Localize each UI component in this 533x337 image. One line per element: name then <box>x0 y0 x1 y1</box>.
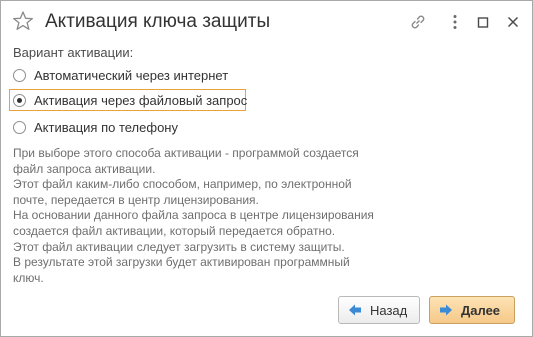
description-line: Этот файл каким-либо способом, например,… <box>13 177 352 192</box>
description-line: В результате этой загрузки будет активир… <box>13 255 350 270</box>
radio-button[interactable] <box>13 68 26 82</box>
next-button[interactable]: Далее <box>429 296 515 324</box>
title-bar: Активация ключа защиты <box>1 1 532 45</box>
more-icon[interactable] <box>445 12 465 32</box>
description-text: При выборе этого способа активации - про… <box>13 146 413 286</box>
radio-button-selected[interactable] <box>13 93 26 107</box>
description-line: почте, передается в центр лицензирования… <box>13 192 259 207</box>
description-line: При выборе этого способа активации - про… <box>13 146 359 160</box>
description-line: На основании данного файла запроса в цен… <box>13 208 374 223</box>
next-button-label: Далее <box>461 302 501 318</box>
maximize-icon[interactable] <box>473 12 493 32</box>
close-icon[interactable] <box>503 12 523 32</box>
description-line: файл запроса активации. <box>13 161 156 176</box>
radio-label: Активация через файловый запрос <box>34 92 248 108</box>
activation-dialog: Активация ключа защиты Вариант активации… <box>0 0 533 337</box>
star-icon[interactable] <box>12 10 34 32</box>
radio-label: Активация по телефону <box>34 119 178 135</box>
radio-label: Автоматический через интернет <box>34 67 229 83</box>
radio-option-internet[interactable]: Автоматический через интернет <box>11 65 228 85</box>
dialog-title: Активация ключа защиты <box>45 11 271 32</box>
description-line: Этот файл активации следует загрузить в … <box>13 239 345 254</box>
link-icon[interactable] <box>408 12 428 32</box>
description-line: ключ. <box>13 270 44 285</box>
description-line: создается файл активации, который переда… <box>13 223 336 238</box>
arrow-left-icon <box>349 304 361 316</box>
radio-button[interactable] <box>13 120 26 134</box>
arrow-right-icon <box>440 304 452 316</box>
back-button-label: Назад <box>370 302 408 318</box>
radio-option-file-request[interactable]: Активация через файловый запрос <box>11 90 247 110</box>
radio-option-phone[interactable]: Активация по телефону <box>11 117 178 137</box>
back-button[interactable]: Назад <box>338 296 420 324</box>
activation-variant-label: Вариант активации: <box>13 45 134 60</box>
